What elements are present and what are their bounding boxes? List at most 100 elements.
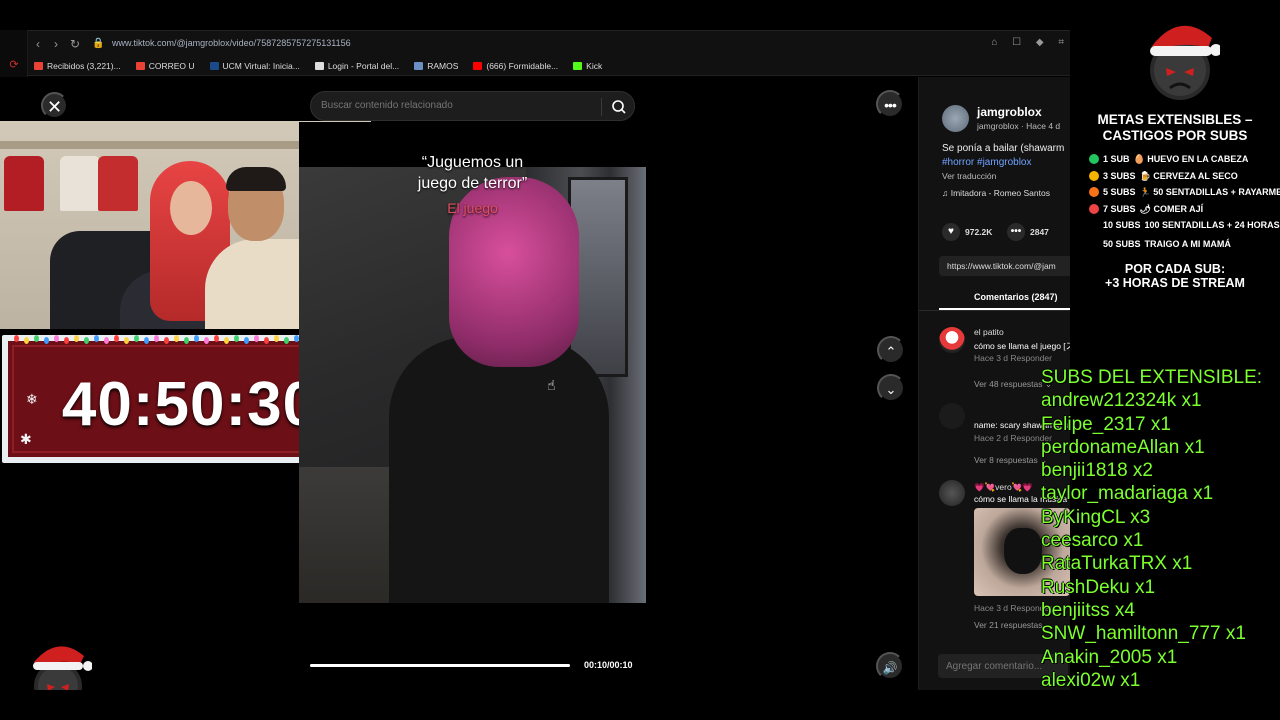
light-bulb <box>24 337 29 344</box>
author-name[interactable]: jamgroblox <box>977 105 1042 119</box>
light-bulb <box>244 337 249 344</box>
light-bulb <box>274 335 279 342</box>
light-bulb <box>104 337 109 344</box>
meta-reward: 🍺 CERVEZA AL SECO <box>1139 171 1238 181</box>
light-bulb <box>254 335 259 342</box>
bookmark-item[interactable]: CORREO U <box>135 60 195 71</box>
author-avatar[interactable] <box>942 105 969 132</box>
meta-reward: 🌶 COMER AJÍ <box>1139 204 1204 214</box>
sub-entry: alexi02w x1 <box>1041 669 1141 691</box>
translate-link[interactable]: Ver traducción <box>942 171 996 181</box>
subs-title: SUBS DEL EXTENSIBLE: <box>1041 367 1263 388</box>
light-bulb <box>134 335 139 342</box>
related-search[interactable] <box>310 91 635 121</box>
bookmark-label: Kick <box>586 60 603 71</box>
comment-stat[interactable]: ••• 2847 <box>1007 223 1049 241</box>
meta-row: 50 SUBS TRAIGO A MI MAMÁ <box>1089 239 1231 249</box>
copy-link-field[interactable]: https://www.tiktok.com/@jam <box>939 256 1070 276</box>
meta-reward: 🏃 50 SENTADILLAS + RAYARME LA CARA <box>1139 187 1280 197</box>
bookmark-item[interactable]: (666) Formidable... <box>473 61 558 71</box>
bookmark-label: RAMOS <box>427 60 459 71</box>
light-bulb <box>54 335 59 342</box>
light-bulb <box>194 335 199 342</box>
sub-entry: taylor_madariaga x1 <box>1041 483 1214 505</box>
search-input[interactable] <box>321 100 601 111</box>
more-options-button[interactable]: ••• <box>876 90 904 118</box>
bookmarks-bar: Recibidos (3,221)... CORREO U UCM Virtual:… <box>28 56 1070 76</box>
comment-username[interactable]: 💗💘vero💘💗 <box>974 482 1033 493</box>
heart-icon: ♥ <box>942 223 960 241</box>
light-bulb <box>214 335 219 342</box>
video-time: 00:10/00:10 <box>584 660 633 670</box>
search-icon[interactable] <box>610 98 628 116</box>
light-bulb <box>84 337 89 344</box>
bookmark-item[interactable]: Recibidos (3,221)... <box>34 61 121 71</box>
sub-entry: ByKingCL x3 <box>1041 506 1151 528</box>
metas-footer-line: +3 HORAS DE STREAM <box>1105 276 1245 290</box>
sub-entry: Anakin_2005 x1 <box>1041 646 1178 668</box>
bookmark-label: CORREO U <box>148 60 195 71</box>
light-bulb <box>14 335 19 342</box>
bookmark-label: Recibidos (3,221)... <box>47 60 121 71</box>
sub-entry: andrew212324k x1 <box>1041 390 1202 412</box>
music-link[interactable]: ♫ Imitadora - Romeo Santos <box>942 188 1050 198</box>
like-count: 972.2K <box>965 227 993 237</box>
light-bulb <box>174 335 179 342</box>
bookmark-favicon-icon <box>209 61 219 70</box>
comment-avatar[interactable] <box>939 403 965 429</box>
sub-entry: ceesarco x1 <box>1041 530 1144 552</box>
bookmark-favicon-icon <box>34 61 43 70</box>
bookmark-item[interactable]: Login - Portal del... <box>314 61 399 71</box>
view-replies[interactable]: Ver 8 respuestas ⌄ <box>974 455 1047 466</box>
volume-button[interactable]: 🔊 <box>876 652 904 680</box>
meta-subs: 7 SUBS <box>1103 204 1136 214</box>
url-field[interactable]: www.tiktok.com/@jamgroblox/video/7587285… <box>112 38 351 48</box>
tab-comments[interactable]: Comentarios (2847) <box>974 292 1058 302</box>
light-bulb <box>144 337 149 344</box>
comment-username[interactable]: el patito <box>974 327 1004 337</box>
video-caption-sub: El juego <box>447 200 498 216</box>
extension-icons[interactable]: ⌂ ☐ ◆ ⌗ <box>991 37 1070 48</box>
meta-dot-icon <box>1089 171 1099 181</box>
meta-row: 7 SUBS 🌶 COMER AJÍ <box>1089 204 1203 214</box>
post-description: Se ponía a bailar (shawarm <box>942 143 1065 154</box>
comment-avatar[interactable] <box>939 327 965 353</box>
meta-row: 3 SUBS 🍺 CERVEZA AL SECO <box>1089 171 1238 181</box>
bookmark-favicon-icon <box>135 61 145 70</box>
like-stat[interactable]: ♥ 972.2K <box>942 223 992 241</box>
sub-entry: perdonameAllan x1 <box>1041 436 1205 458</box>
next-video-button[interactable]: ⌄ <box>877 374 905 402</box>
video-progress-fill <box>310 664 570 667</box>
bookmark-item[interactable]: UCM Virtual: Inicia... <box>209 61 300 71</box>
meta-dot-icon <box>1089 239 1099 249</box>
metas-title: METAS EXTENSIBLES – CASTIGOS POR SUBS <box>1097 112 1253 143</box>
video-progress-bar[interactable] <box>310 664 570 667</box>
back-icon[interactable]: ‹ <box>36 36 40 52</box>
meta-reward: 100 SENTADILLAS + 24 HORAS <box>1144 220 1280 230</box>
rail-icon-1[interactable]: ⟳ <box>7 58 21 72</box>
reload-icon[interactable]: ↻ <box>70 36 80 52</box>
comment-meta[interactable]: Hace 3 d Responder <box>974 353 1052 363</box>
meta-subs: 5 SUBS <box>1103 187 1136 197</box>
video-player[interactable]: “Juguemos un juego de terror” El juego ☝ <box>299 122 646 690</box>
comment-avatar[interactable] <box>939 480 965 506</box>
author-meta: jamgroblox · Hace 4 d <box>977 121 1061 131</box>
post-hashtags[interactable]: #horror #jamgroblox <box>942 157 1032 168</box>
bookmark-item[interactable]: RAMOS <box>414 61 458 71</box>
meta-reward: TRAIGO A MI MAMÁ <box>1144 239 1231 249</box>
sub-entry: RataTurkaTRX x1 <box>1041 553 1193 575</box>
comment-icon: ••• <box>1007 223 1025 241</box>
forward-icon[interactable]: › <box>54 36 58 52</box>
light-bulb <box>224 337 229 344</box>
sub-entry: SNW_hamiltonn_777 x1 <box>1041 623 1246 645</box>
bookmark-item[interactable]: Kick <box>573 61 602 71</box>
bottom-bar <box>0 690 1070 720</box>
light-bulb <box>114 335 119 342</box>
previous-video-button[interactable]: ⌃ <box>877 336 905 364</box>
meta-subs: 3 SUBS <box>1103 171 1136 181</box>
light-bulb <box>164 337 169 344</box>
meta-row: 10 SUBS 100 SENTADILLAS + 24 HORAS <box>1089 220 1280 230</box>
light-bulb <box>124 337 129 344</box>
meta-dot-icon <box>1089 154 1099 164</box>
close-button[interactable]: ✕ <box>41 92 68 119</box>
